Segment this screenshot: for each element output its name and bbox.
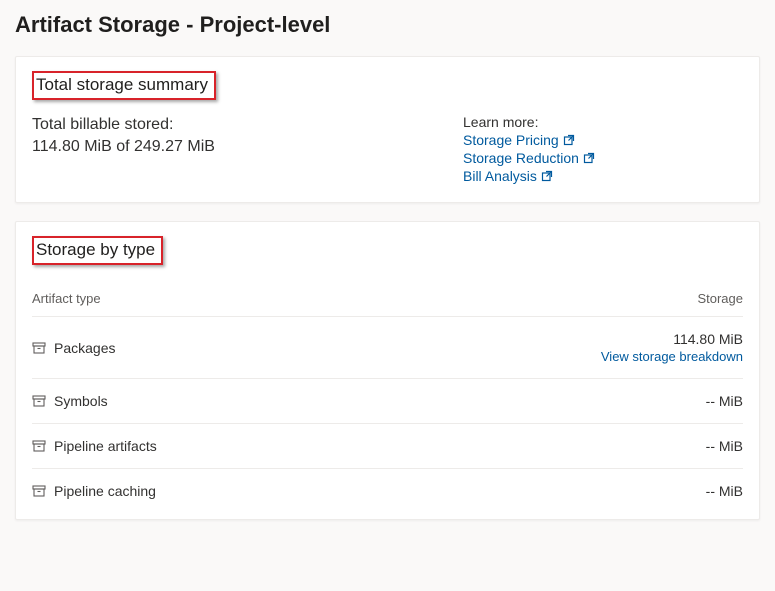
table-header: Artifact type Storage	[32, 285, 743, 316]
table-row: Symbols -- MiB	[32, 378, 743, 423]
summary-card: Total storage summary Total billable sto…	[15, 56, 760, 203]
archive-icon	[32, 484, 46, 498]
summary-heading: Total storage summary	[34, 73, 214, 98]
link-storage-reduction[interactable]: Storage Reduction	[463, 150, 579, 166]
row-storage: -- MiB	[706, 483, 743, 499]
link-storage-pricing[interactable]: Storage Pricing	[463, 132, 559, 148]
learn-more-label: Learn more:	[463, 114, 743, 130]
row-name: Symbols	[54, 393, 108, 409]
summary-heading-highlight: Total storage summary	[32, 71, 216, 100]
col-storage: Storage	[697, 291, 743, 306]
row-name: Pipeline artifacts	[54, 438, 157, 454]
by-type-heading-highlight: Storage by type	[32, 236, 163, 265]
by-type-heading: Storage by type	[34, 238, 161, 263]
row-storage: 114.80 MiB	[673, 331, 743, 347]
row-name: Pipeline caching	[54, 483, 156, 499]
external-link-icon	[563, 134, 575, 146]
archive-icon	[32, 439, 46, 453]
billable-label: Total billable stored:	[32, 114, 423, 136]
row-storage: -- MiB	[706, 438, 743, 454]
external-link-icon	[541, 170, 553, 182]
table-row: Packages 114.80 MiB View storage breakdo…	[32, 316, 743, 378]
table-row: Pipeline caching -- MiB	[32, 468, 743, 503]
archive-icon	[32, 341, 46, 355]
row-storage: -- MiB	[706, 393, 743, 409]
link-view-breakdown[interactable]: View storage breakdown	[601, 349, 743, 364]
col-artifact-type: Artifact type	[32, 291, 101, 306]
table-row: Pipeline artifacts -- MiB	[32, 423, 743, 468]
archive-icon	[32, 394, 46, 408]
billable-block: Total billable stored: 114.80 MiB of 249…	[32, 114, 423, 186]
row-name: Packages	[54, 340, 115, 356]
page-title: Artifact Storage - Project-level	[15, 12, 760, 38]
external-link-icon	[583, 152, 595, 164]
billable-value: 114.80 MiB of 249.27 MiB	[32, 136, 423, 158]
by-type-card: Storage by type Artifact type Storage Pa…	[15, 221, 760, 520]
link-bill-analysis[interactable]: Bill Analysis	[463, 168, 537, 184]
